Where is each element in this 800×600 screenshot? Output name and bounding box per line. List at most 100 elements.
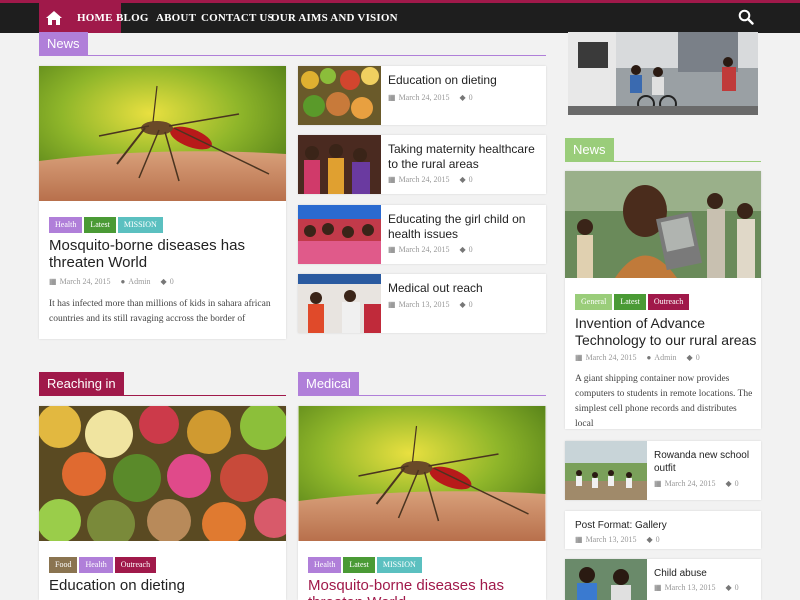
home-icon (46, 11, 62, 25)
article-comments[interactable]: 0 (469, 175, 473, 184)
sidebar-featured-card[interactable]: General Latest Outreach Invention of Advan… (565, 171, 761, 429)
article-date[interactable]: March 24, 2015 (665, 479, 716, 488)
comment-icon: ◆ (686, 353, 693, 362)
article-date[interactable]: March 13, 2015 (665, 583, 716, 592)
article-date[interactable]: March 24, 2015 (586, 353, 637, 362)
tag-health[interactable]: Health (49, 217, 83, 233)
outreach-thumbnail[interactable] (298, 274, 381, 333)
article-date[interactable]: March 24, 2015 (399, 93, 450, 102)
article-comments[interactable]: 0 (469, 300, 473, 309)
list-item-title[interactable]: Education on dieting (388, 73, 538, 88)
reaching-article-card[interactable]: Food Health Outreach Education on dieting (39, 406, 286, 600)
sidebar-list-item[interactable]: Rowanda new school outfit ▦ March 24, 201… (565, 441, 761, 500)
reaching-section-header: Reaching in (39, 372, 286, 396)
list-item-meta: ▦ March 24, 2015 ◆ 0 (388, 93, 473, 102)
comment-icon: ◆ (459, 245, 466, 254)
sidebar-news-header: News (565, 138, 761, 162)
featured-article-title[interactable]: Mosquito-borne diseases has threaten Wor… (49, 237, 249, 271)
fruits-image[interactable] (39, 406, 286, 541)
tag-mission[interactable]: MISSION (376, 557, 422, 573)
tag-outreach[interactable]: Outreach (114, 557, 157, 573)
sidebar-featured-meta: ▦ March 24, 2015 ● Admin ◆ 0 (575, 353, 700, 362)
article-comments[interactable]: 0 (696, 353, 700, 362)
list-item-title[interactable]: Educating the girl child on health issue… (388, 212, 538, 242)
article-author[interactable]: Admin (654, 353, 676, 362)
tag-food[interactable]: Food (49, 557, 78, 573)
article-comments[interactable]: 0 (469, 245, 473, 254)
school-outfit-thumbnail[interactable] (565, 441, 647, 500)
news-section-header: News (39, 32, 546, 56)
tag-latest[interactable]: Latest (343, 557, 375, 573)
home-button[interactable] (39, 3, 69, 33)
article-date[interactable]: March 24, 2015 (60, 277, 111, 286)
tag-general[interactable]: General (575, 294, 613, 310)
sidebar-list-item-meta: ▦ March 13, 2015 ◆ 0 (654, 583, 739, 592)
featured-article-card[interactable]: Health Latest MISSION Mosquito-borne disea… (39, 66, 286, 339)
comment-icon: ◆ (459, 93, 466, 102)
user-icon: ● (120, 277, 126, 286)
sidebar-list-item-title[interactable]: Rowanda new school outfit (654, 449, 754, 475)
girls-thumbnail[interactable] (298, 205, 381, 264)
tag-mission[interactable]: MISSION (117, 217, 163, 233)
list-item[interactable]: Education on dieting ▦ March 24, 2015 ◆ 0 (298, 66, 546, 125)
sidebar-list-item-title[interactable]: Post Format: Gallery (575, 519, 755, 532)
maternity-thumbnail[interactable] (298, 135, 381, 194)
tag-health[interactable]: Health (308, 557, 342, 573)
list-item-meta: ▦ March 13, 2015 ◆ 0 (388, 300, 473, 309)
user-icon: ● (646, 353, 652, 362)
list-item-title[interactable]: Medical out reach (388, 281, 538, 296)
article-date[interactable]: March 13, 2015 (586, 535, 637, 544)
reaching-article-title[interactable]: Education on dieting (49, 577, 269, 594)
sidebar-list-item[interactable]: Child abuse ▦ March 13, 2015 ◆ 0 (565, 559, 761, 600)
sidebar-featured-tags: General Latest Outreach (575, 291, 691, 310)
article-date[interactable]: March 24, 2015 (399, 245, 450, 254)
article-comments[interactable]: 0 (170, 277, 174, 286)
medical-tags: Health Latest MISSION (308, 554, 424, 573)
sidebar-list-item-title[interactable]: Child abuse (654, 567, 754, 580)
children-photo[interactable] (568, 32, 758, 115)
calendar-icon: ▦ (49, 277, 57, 286)
sidebar-list-item[interactable]: Post Format: Gallery ▦ March 13, 2015 ◆ 0 (565, 511, 761, 549)
list-item-title[interactable]: Taking maternity healthcare to the rural… (388, 142, 538, 172)
list-item-meta: ▦ March 24, 2015 ◆ 0 (388, 175, 473, 184)
comment-icon: ◆ (725, 479, 732, 488)
sidebar-featured-title[interactable]: Invention of Advance Technology to our r… (575, 315, 759, 349)
mosquito-image[interactable] (298, 406, 546, 541)
calendar-icon: ▦ (388, 175, 396, 184)
featured-tags: Health Latest MISSION (49, 214, 165, 233)
sidebar-list-item-meta: ▦ March 24, 2015 ◆ 0 (654, 479, 739, 488)
news-section-label: News (39, 32, 88, 55)
featured-article-meta: ▦ March 24, 2015 ● Admin ◆ 0 (49, 277, 174, 286)
medical-article-title[interactable]: Mosquito-borne diseases has threaten Wor… (308, 577, 508, 600)
list-item-meta: ▦ March 24, 2015 ◆ 0 (388, 245, 473, 254)
list-item[interactable]: Medical out reach ▦ March 13, 2015 ◆ 0 (298, 274, 546, 333)
search-button[interactable] (738, 9, 756, 27)
article-date[interactable]: March 13, 2015 (399, 300, 450, 309)
child-abuse-thumbnail[interactable] (565, 559, 647, 600)
nav-aims-vision[interactable]: OUR AIMS AND VISION (263, 3, 406, 33)
reaching-section-label: Reaching in (39, 372, 124, 395)
list-item[interactable]: Taking maternity healthcare to the rural… (298, 135, 546, 194)
calendar-icon: ▦ (654, 479, 662, 488)
fruit-thumbnail[interactable] (298, 66, 381, 125)
technology-image[interactable] (565, 171, 761, 278)
comment-icon: ◆ (459, 175, 466, 184)
mosquito-image[interactable] (39, 66, 286, 201)
tag-outreach[interactable]: Outreach (647, 294, 690, 310)
reaching-tags: Food Health Outreach (49, 554, 158, 573)
comment-icon: ◆ (160, 277, 167, 286)
article-comments[interactable]: 0 (656, 535, 660, 544)
medical-article-card[interactable]: Health Latest MISSION Mosquito-borne disea… (298, 406, 546, 600)
article-author[interactable]: Admin (128, 277, 150, 286)
list-item[interactable]: Educating the girl child on health issue… (298, 205, 546, 264)
article-comments[interactable]: 0 (735, 479, 739, 488)
tag-latest[interactable]: Latest (84, 217, 116, 233)
article-comments[interactable]: 0 (469, 93, 473, 102)
tag-health[interactable]: Health (79, 557, 113, 573)
comment-icon: ◆ (725, 583, 732, 592)
article-comments[interactable]: 0 (735, 583, 739, 592)
tag-latest[interactable]: Latest (614, 294, 646, 310)
article-date[interactable]: March 24, 2015 (399, 175, 450, 184)
calendar-icon: ▦ (654, 583, 662, 592)
sidebar-featured-excerpt: A giant shipping container now provides … (575, 374, 753, 429)
